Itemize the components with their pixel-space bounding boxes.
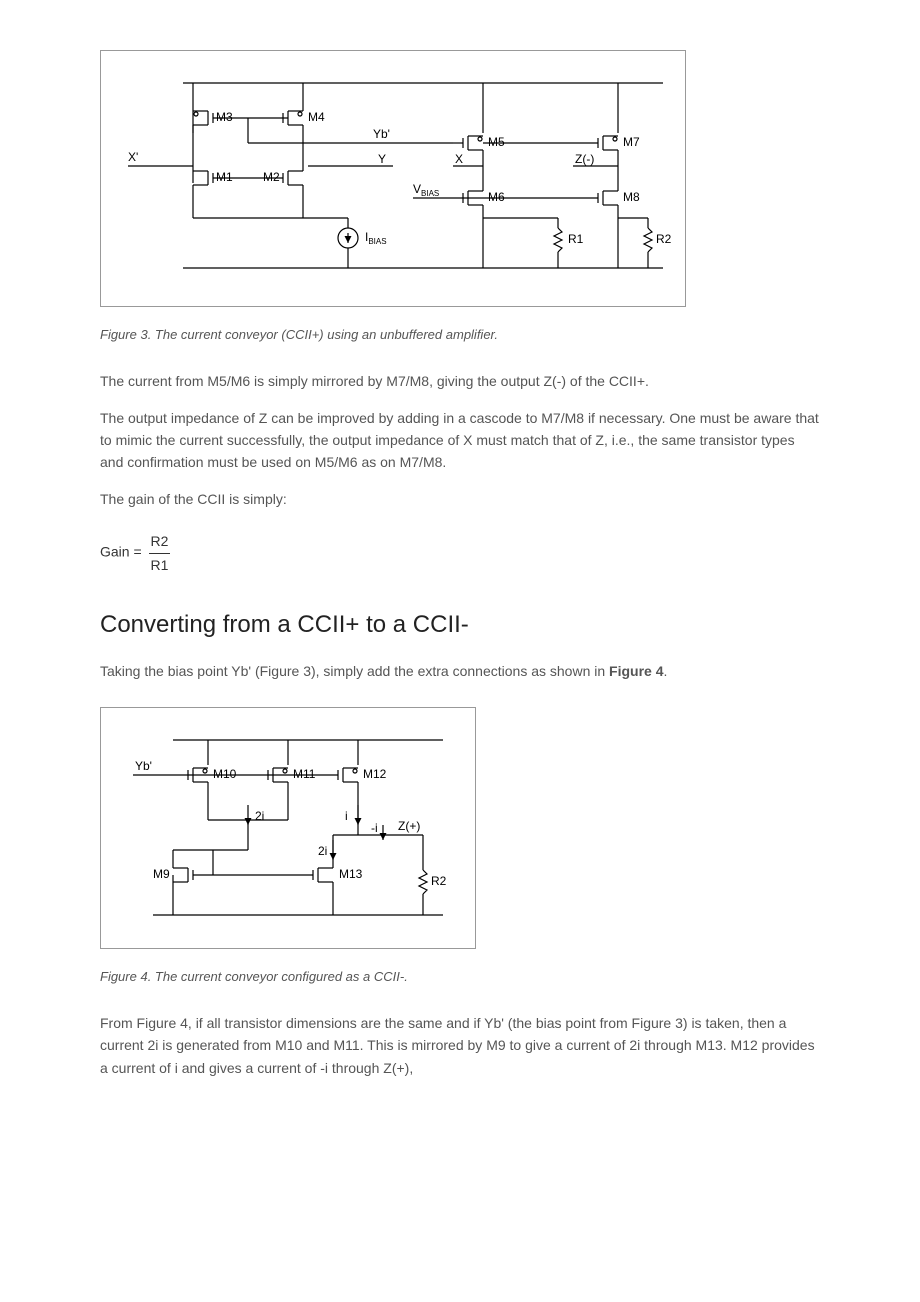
twoi-a-label: 2i [255, 809, 264, 823]
m6-label: M6 [488, 190, 505, 204]
zneg-label: Z(-) [575, 152, 594, 166]
figure-4-svg: Yb' M10 M11 [113, 720, 463, 930]
equation-lhs: Gain = [100, 544, 142, 560]
ybp4-label: Yb' [135, 759, 152, 773]
para4-a: Taking the bias point Yb' (Figure 3), si… [100, 663, 609, 679]
x-label: X [455, 152, 463, 166]
m1-label: M1 [216, 170, 233, 184]
figure-4-box: Yb' M10 M11 [100, 707, 476, 949]
equation-fraction: R2 R1 [149, 530, 171, 576]
equation-numerator: R2 [149, 530, 171, 553]
m12-label: M12 [363, 767, 387, 781]
section-heading: Converting from a CCII+ to a CCII- [100, 606, 820, 644]
paragraph-3: The gain of the CCII is simply: [100, 488, 820, 510]
para4-b: Figure 4 [609, 663, 663, 679]
m10-label: M10 [213, 767, 237, 781]
vbias-label: V [413, 182, 421, 196]
ibias-sub-label: BIAS [368, 237, 386, 246]
gain-equation: Gain = R2 R1 [100, 530, 820, 576]
paragraph-1: The current from M5/M6 is simply mirrore… [100, 370, 820, 392]
ybp-label: Yb' [373, 127, 390, 141]
zpos-label: Z(+) [398, 819, 420, 833]
figure-3-box: X' M1 M3 M4 [100, 50, 686, 307]
figure-3-caption: Figure 3. The current conveyor (CCII+) u… [100, 325, 820, 346]
paragraph-5: From Figure 4, if all transistor dimensi… [100, 1012, 820, 1079]
figure-3-svg: X' M1 M3 M4 [113, 63, 673, 288]
m11-label: M11 [293, 767, 316, 781]
svg-text:IBIAS: IBIAS [365, 230, 387, 246]
xprime-label: X' [128, 150, 138, 164]
paragraph-4: Taking the bias point Yb' (Figure 3), si… [100, 660, 820, 682]
vbias-sub-label: BIAS [421, 189, 439, 198]
svg-text:VBIAS: VBIAS [413, 182, 439, 198]
r2-label: R2 [656, 232, 672, 246]
m5-label: M5 [488, 135, 505, 149]
r2-4-label: R2 [431, 874, 447, 888]
figure-4-caption: Figure 4. The current conveyor configure… [100, 967, 820, 988]
y-label: Y [378, 152, 386, 166]
m2-label: M2 [263, 170, 280, 184]
negi-label: -i [371, 821, 378, 835]
m3-label: M3 [216, 110, 233, 124]
twoi-b-label: 2i [318, 844, 327, 858]
m9-label: M9 [153, 867, 170, 881]
m13-label: M13 [339, 867, 363, 881]
i-label: i [345, 809, 348, 823]
paragraph-2: The output impedance of Z can be improve… [100, 407, 820, 474]
r1-label: R1 [568, 232, 584, 246]
m8-label: M8 [623, 190, 640, 204]
m4-label: M4 [308, 110, 325, 124]
para4-c: . [664, 663, 668, 679]
m7-label: M7 [623, 135, 640, 149]
equation-denominator: R1 [149, 554, 171, 576]
